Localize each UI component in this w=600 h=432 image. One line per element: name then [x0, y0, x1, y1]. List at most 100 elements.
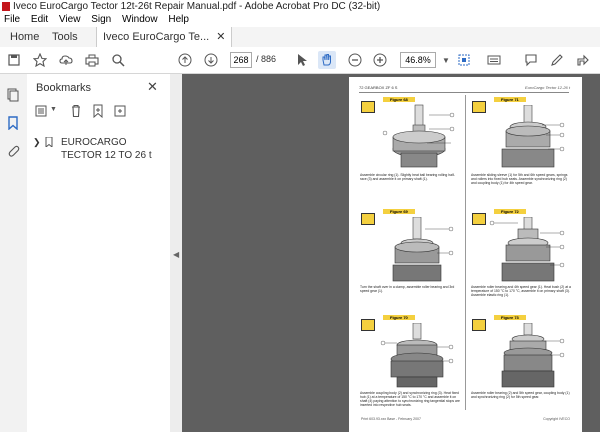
share-icon — [577, 54, 589, 66]
expand-bookmark-icon[interactable] — [113, 104, 127, 118]
fit-page-icon — [458, 54, 470, 66]
document-viewer[interactable]: 72 GEARBOX ZF 6 S EuroCargo Tector 12-26… — [182, 74, 600, 432]
hand-icon — [322, 54, 331, 66]
share-button[interactable] — [574, 51, 592, 69]
gear-shaft-drawing — [380, 323, 454, 388]
chevron-down-icon: ▼ — [442, 55, 450, 65]
tab-tools[interactable]: Tools — [52, 27, 78, 47]
print-button[interactable] — [83, 51, 101, 69]
chevron-right-icon[interactable]: ❯ — [33, 137, 41, 148]
main-toolbar: 268 / 886 46.8% ▼ — [0, 47, 600, 74]
window-title-bar: Iveco EuroCargo Tector 12t-26t Repair Ma… — [0, 0, 600, 13]
close-icon[interactable]: ✕ — [147, 79, 158, 95]
column-separator — [465, 95, 466, 410]
gear-shaft-drawing — [501, 105, 565, 168]
comment-button[interactable] — [522, 51, 540, 69]
page-count: / 886 — [256, 54, 277, 64]
window-title: Iveco EuroCargo Tector 12t-26t Repair Ma… — [13, 1, 381, 12]
menu-edit[interactable]: Edit — [31, 14, 48, 25]
figure-73: Figure 73 Assemble roller bearing (2) an… — [470, 313, 570, 405]
figure-caption: Assemble coupling body (2) and synchroni… — [360, 391, 460, 407]
chevron-down-icon[interactable]: ▼ — [50, 106, 57, 113]
bookmarks-toolbar: ▼ — [35, 104, 165, 122]
menu-bar: File Edit View Sign Window Help — [0, 13, 600, 27]
page-header-right: EuroCargo Tector 12-26 t — [525, 85, 570, 90]
bookmark-star-button[interactable] — [31, 51, 49, 69]
collapse-left-icon[interactable]: ◀ — [173, 250, 179, 259]
figure-tag-icon — [361, 319, 375, 331]
page-footer-right: Copyright IVECO — [543, 417, 570, 421]
gear-shaft-drawing — [392, 217, 454, 282]
fit-page-button[interactable] — [455, 51, 473, 69]
figure-label: Figure 70 — [383, 315, 415, 320]
menu-sign[interactable]: Sign — [91, 14, 111, 25]
panel-splitter[interactable]: ◀ — [170, 74, 182, 432]
page-number-input[interactable]: 268 — [230, 52, 252, 68]
figure-caption: Assemble circular ring (1). Slightly hea… — [360, 173, 455, 181]
arrow-down-icon — [204, 53, 218, 67]
figure-caption: Assemble roller bearing (2) and 5th spee… — [471, 391, 570, 399]
previous-page-button[interactable] — [176, 51, 194, 69]
figure-tag-icon — [472, 101, 486, 113]
select-tool-button[interactable] — [293, 51, 311, 69]
tab-document-label: Iveco EuroCargo Te... — [103, 31, 210, 43]
comment-icon — [525, 54, 537, 67]
gear-shaft-drawing — [489, 217, 565, 282]
zoom-level-select[interactable]: 46.8% — [400, 52, 436, 68]
figure-72: Figure 72 Assemble roller bearing and 4t… — [470, 207, 571, 299]
highlight-button[interactable] — [548, 51, 566, 69]
printer-icon — [85, 54, 99, 67]
upload-cloud-button[interactable] — [57, 51, 75, 69]
star-icon — [33, 53, 47, 67]
bookmark-options-icon[interactable] — [35, 104, 49, 118]
cloud-upload-icon — [59, 55, 73, 65]
figure-tag-icon — [472, 319, 486, 331]
zoom-in-button[interactable] — [371, 51, 389, 69]
new-bookmark-icon[interactable] — [91, 104, 105, 118]
figure-70: Figure 70 Assemble coupling body (2) and… — [359, 313, 460, 407]
figure-69: Figure 69 Turn the shaft over in a clamp… — [359, 207, 459, 299]
pdf-page: 72 GEARBOX ZF 6 S EuroCargo Tector 12-26… — [349, 77, 582, 432]
delete-bookmark-icon[interactable] — [69, 104, 83, 118]
figure-caption: Assemble roller bearing and 4th speed ge… — [471, 285, 571, 297]
hand-tool-button[interactable] — [318, 51, 336, 69]
next-page-button[interactable] — [202, 51, 220, 69]
bookmarks-title: Bookmarks — [36, 82, 92, 94]
figure-tag-icon — [361, 101, 375, 113]
page-header-rule — [359, 92, 569, 93]
menu-view[interactable]: View — [59, 14, 81, 25]
search-icon — [112, 54, 125, 67]
plus-circle-icon — [373, 53, 387, 67]
bookmarks-icon[interactable] — [6, 116, 20, 130]
search-button[interactable] — [109, 51, 127, 69]
figure-71: Figure 71 Assemble sliding sleeve (1) fo… — [470, 95, 570, 187]
page-header-left: 72 GEARBOX ZF 6 S — [359, 85, 398, 90]
menu-window[interactable]: Window — [122, 14, 158, 25]
save-icon — [8, 54, 20, 66]
figure-label: Figure 73 — [494, 315, 526, 320]
arrow-up-icon — [178, 53, 192, 67]
tab-bar: Home Tools Iveco EuroCargo Te... ✕ — [0, 27, 600, 48]
save-button[interactable] — [5, 51, 23, 69]
tab-home[interactable]: Home — [10, 27, 39, 47]
menu-help[interactable]: Help — [168, 14, 189, 25]
figure-caption: Assemble sliding sleeve (1) for 5th and … — [471, 173, 568, 185]
acrobat-app-icon — [2, 2, 10, 11]
bookmark-item-label: EUROCARGO TECTOR 12 TO 26 t — [61, 137, 152, 161]
zoom-dropdown-button[interactable]: ▼ — [437, 51, 455, 69]
page-thumbnails-icon[interactable] — [6, 88, 20, 102]
scroll-mode-button[interactable] — [485, 51, 503, 69]
figure-tag-icon — [472, 213, 486, 225]
bookmark-flag-icon — [45, 137, 53, 147]
figure-label: Figure 71 — [494, 97, 526, 102]
tab-document[interactable]: Iveco EuroCargo Te... ✕ — [96, 27, 233, 47]
figure-caption: Turn the shaft over in a clamp, assemble… — [360, 285, 455, 293]
attachments-icon[interactable] — [6, 144, 20, 158]
zoom-out-button[interactable] — [346, 51, 364, 69]
figure-label: Figure 69 — [383, 209, 415, 214]
close-icon[interactable]: ✕ — [216, 31, 225, 43]
figure-label: Figure 72 — [494, 209, 526, 214]
bookmarks-panel: Bookmarks ✕ ▼ ❯ EUROCARGO TECTOR 12 TO 2… — [27, 74, 171, 432]
menu-file[interactable]: File — [4, 14, 20, 25]
minus-circle-icon — [348, 53, 362, 67]
